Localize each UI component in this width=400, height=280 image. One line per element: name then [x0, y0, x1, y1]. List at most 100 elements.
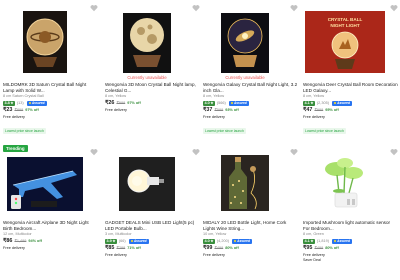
svg-text:NIGHT LIGHT: NIGHT LIGHT [330, 23, 360, 28]
rating-row: 4.1 ★ (2,305) Assured [303, 100, 398, 106]
discount: 71% off [127, 246, 141, 250]
price-row: ₹85 ₹299 71% off [105, 245, 200, 252]
price: ₹26 [105, 100, 115, 106]
price-row: ₹23 ₹899 97% off [3, 107, 98, 114]
product-card[interactable]: GADGET DEALS Mini USB LED Light(5 pc) LE… [105, 147, 200, 280]
product-image[interactable] [3, 11, 87, 73]
rating-row: 4.1 ★ (1,819) Assured [303, 238, 398, 244]
product-card[interactable]: CRYSTAL BALL NIGHT LIGHT Wengorvia Deer … [303, 3, 398, 140]
unavailable-label: Currently unavailable [127, 75, 167, 80]
product-info: Imported Mushroom light automatic sensor… [303, 220, 398, 262]
discount: 80% off [225, 246, 239, 250]
product-card[interactable]: MIDALY 20 LED Bottle Light, Home Cork Li… [203, 147, 298, 280]
heart-icon[interactable] [192, 4, 200, 12]
product-info: GADGET DEALS Mini USB LED Light(5 pc) LE… [105, 220, 200, 257]
original-price: ₹999 [116, 101, 126, 105]
heart-icon[interactable] [390, 148, 398, 156]
delivery-info: Free delivery [3, 115, 25, 119]
product-title[interactable]: Wengorvia 3D Moon Crystal Ball Night lam… [105, 82, 200, 93]
product-card[interactable]: Imported Mushroom light automatic sensor… [303, 147, 398, 280]
product-variant: 12 cm, Multicolor [3, 232, 32, 236]
product-title[interactable]: Imported Mushroom light automatic sensor… [303, 220, 398, 231]
product-image[interactable] [3, 151, 87, 213]
product-variant: 8 cm, Yellow [303, 94, 325, 98]
product-title[interactable]: GADGET DEALS Mini USB LED Light(5 pc) LE… [105, 220, 200, 231]
heart-icon[interactable] [90, 4, 98, 12]
product-variant: 10 cm, Yellow [203, 232, 227, 236]
lowest-price-badge: Lowest price since launch [203, 128, 246, 134]
heart-icon[interactable] [290, 4, 298, 12]
product-image[interactable] [203, 151, 287, 213]
product-variant: 8 cm, Yellow [203, 94, 225, 98]
rating-count: (566) [216, 101, 226, 105]
product-info: Wengorvia 3D Moon Crystal Ball Night lam… [105, 82, 200, 112]
heart-icon[interactable] [90, 148, 98, 156]
product-image[interactable] [203, 11, 287, 73]
rating-badge: 3.8 ★ [3, 100, 15, 106]
price: ₹95 [303, 245, 313, 251]
star-icon: ★ [210, 101, 214, 105]
discount: 95% off [325, 108, 339, 112]
product-title[interactable]: Wengorvia Deer Crystal Ball Room Decorat… [303, 82, 398, 93]
product-image[interactable] [105, 11, 189, 73]
product-image[interactable] [105, 151, 189, 213]
delivery-info: Free delivery [303, 253, 325, 257]
product-card[interactable]: Wengorvia Aircraft Airplane 3D Night Lig… [3, 147, 98, 280]
price: ₹86 [3, 238, 13, 244]
delivery-info: Free delivery [105, 253, 127, 257]
heart-icon[interactable] [192, 148, 200, 156]
original-price: ₹599 [214, 108, 224, 112]
product-title[interactable]: MIDALY 20 LED Bottle Light, Home Cork Li… [203, 220, 298, 231]
rating-badge: 3.9 ★ [105, 238, 117, 244]
discount: 80% off [325, 246, 339, 250]
heart-icon[interactable] [290, 148, 298, 156]
delivery-info: Free delivery [303, 115, 325, 119]
discount: 97% off [127, 101, 141, 105]
product-info: MILDOMRK 3D Saturn Crystal Ball Night La… [3, 82, 98, 137]
lowest-price-badge: Lowest price since launch [303, 128, 346, 134]
rating-badge: 4.1 ★ [303, 238, 315, 244]
unavailable-label: Currently unavailable [225, 75, 265, 80]
price-row: ₹99 ₹499 80% off [203, 245, 298, 252]
discount: 97% off [25, 108, 39, 112]
price: ₹47 [303, 107, 313, 113]
rating-count: (4,200) [216, 239, 229, 243]
assured-badge: Assured [231, 238, 252, 244]
product-info: Wengorvia Aircraft Airplane 3D Night Lig… [3, 220, 98, 250]
product-grid: MILDOMRK 3D Saturn Crystal Ball Night La… [0, 0, 400, 280]
original-price: ₹499 [214, 246, 224, 250]
product-title[interactable]: Wengorvia Aircraft Airplane 3D Night Lig… [3, 220, 98, 231]
svg-text:CRYSTAL BALL: CRYSTAL BALL [328, 17, 363, 22]
original-price: ₹499 [314, 246, 324, 250]
price: ₹23 [3, 107, 13, 113]
price: ₹37 [203, 107, 213, 113]
price-row: ₹86 ₹1,499 94% off [3, 238, 98, 245]
rating-badge: 4.1 ★ [303, 100, 315, 106]
rating-badge: 4.0 ★ [203, 238, 215, 244]
delivery-info: Free delivery [3, 246, 25, 250]
star-icon: ★ [10, 101, 14, 105]
product-variant: 8 cm, Yellow [105, 94, 127, 98]
product-image[interactable]: CRYSTAL BALL NIGHT LIGHT [303, 11, 387, 73]
product-info: Wengorvia Deer Crystal Ball Room Decorat… [303, 82, 398, 137]
price-row: ₹95 ₹499 80% off [303, 245, 398, 252]
product-card[interactable]: Currently unavailable Wengorvia Galaxy C… [203, 3, 298, 140]
price-row: ₹26 ₹999 97% off [105, 100, 200, 107]
lowest-price-badge: Lowest price since launch [3, 128, 46, 134]
heart-icon[interactable] [390, 4, 398, 12]
product-variant: 8 cm, Green [303, 232, 324, 236]
product-card[interactable]: Currently unavailable Wengorvia 3D Moon … [105, 3, 200, 140]
delivery-info: Free delivery [203, 253, 225, 257]
product-image[interactable] [303, 151, 387, 213]
product-card[interactable]: MILDOMRK 3D Saturn Crystal Ball Night La… [3, 3, 98, 140]
rating-count: (66) [118, 239, 126, 243]
star-icon: ★ [310, 101, 314, 105]
assured-badge: Assured [26, 100, 47, 106]
delivery-info: Free delivery [105, 108, 127, 112]
product-title[interactable]: MILDOMRK 3D Saturn Crystal Ball Night La… [3, 82, 98, 93]
price: ₹85 [105, 245, 115, 251]
discount: 94% off [28, 239, 42, 243]
rating-row: 3.8 ★ (13) Assured [3, 100, 98, 106]
product-title[interactable]: Wengorvia Galaxy Crystal Ball Night Ligh… [203, 82, 298, 93]
product-info: Wengorvia Galaxy Crystal Ball Night Ligh… [203, 82, 298, 137]
